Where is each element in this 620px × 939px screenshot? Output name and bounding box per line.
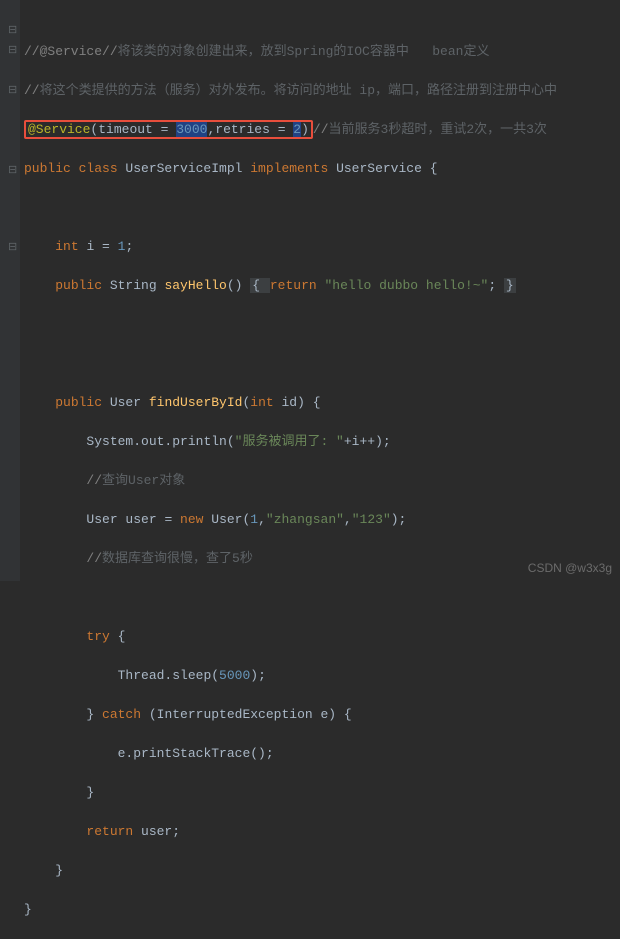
fold-icon[interactable]: ⊟ [8, 43, 17, 60]
comment-text: 查询User对象 [102, 473, 185, 488]
blank-line [24, 354, 620, 374]
comment-text: 当前服务3秒超时，重试2次，一共3次 [329, 122, 547, 137]
method-name: findUserById [149, 395, 243, 410]
code-editor[interactable]: //@Service//将该类的对象创建出来，放到Spring的IOC容器中 b… [24, 0, 620, 939]
code-line: //将这个类提供的方法（服务）对外发布。将访问的地址 ip，端口，路径注册到注册… [24, 81, 620, 101]
code-line: return user; [24, 822, 620, 842]
code-line: //查询User对象 [24, 471, 620, 491]
editor-gutter: ⊟ ⊟ ⊟ ⊟ ⊟ [0, 0, 20, 581]
collapse-brace-icon[interactable]: { [250, 278, 270, 293]
code-line: } [24, 783, 620, 803]
blank-line [24, 198, 620, 218]
code-line: public String sayHello() { return "hello… [24, 276, 620, 296]
comment-text: 将这个类提供的方法（服务）对外发布。将访问的地址 ip，端口，路径注册到注册中心… [40, 83, 557, 98]
code-line: try { [24, 627, 620, 647]
timeout-value: 3000 [176, 122, 207, 137]
fold-icon[interactable]: ⊟ [8, 23, 17, 40]
comment-text: 将该类的对象创建出来，放到Spring的IOC容器中 bean定义 [118, 44, 490, 59]
code-line: Thread.sleep(5000); [24, 666, 620, 686]
code-line: public class UserServiceImpl implements … [24, 159, 620, 179]
code-line: } [24, 900, 620, 920]
code-line: public User findUserById(int id) { [24, 393, 620, 413]
code-line: System.out.println("服务被调用了: "+i++); [24, 432, 620, 452]
code-line: } catch (InterruptedException e) { [24, 705, 620, 725]
code-line: int i = 1; [24, 237, 620, 257]
blank-line [24, 315, 620, 335]
code-line: e.printStackTrace(); [24, 744, 620, 764]
blank-line [24, 588, 620, 608]
highlighted-annotation: @Service(timeout = 3000,retries = 2) [24, 120, 313, 139]
code-line: } [24, 861, 620, 881]
code-line: @Service(timeout = 3000,retries = 2)//当前… [24, 120, 620, 140]
fold-icon[interactable]: ⊟ [8, 240, 17, 257]
collapse-brace-icon[interactable]: } [504, 278, 516, 293]
comment-text: 数据库查询很慢，查了5秒 [102, 551, 253, 566]
code-line: //@Service//将该类的对象创建出来，放到Spring的IOC容器中 b… [24, 42, 620, 62]
fold-icon[interactable]: ⊟ [8, 163, 17, 180]
watermark: CSDN @w3x3g [528, 559, 612, 577]
code-line: User user = new User(1,"zhangsan","123")… [24, 510, 620, 530]
comment: // [24, 83, 40, 98]
method-name: sayHello [164, 278, 226, 293]
comment: // [313, 122, 329, 137]
fold-icon[interactable]: ⊟ [8, 83, 17, 100]
comment: //@Service// [24, 44, 118, 59]
retries-value: 2 [293, 122, 301, 137]
